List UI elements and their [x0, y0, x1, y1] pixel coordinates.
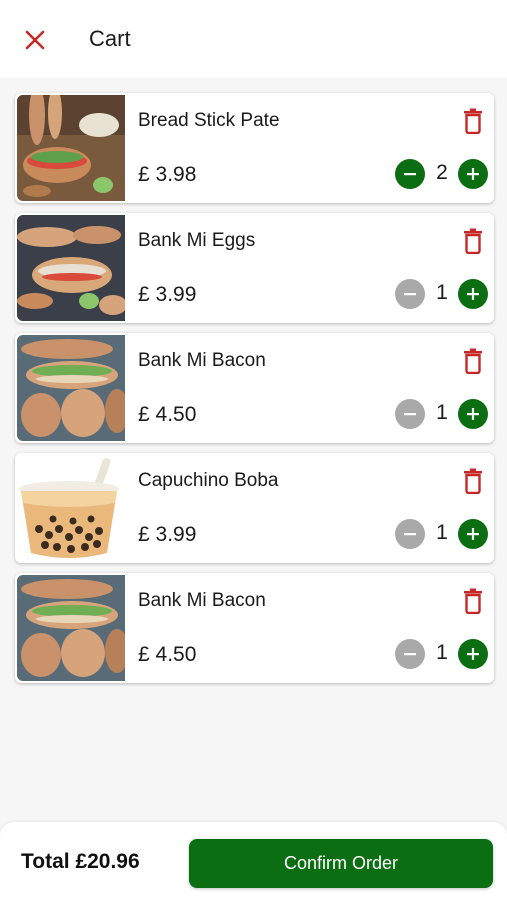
item-quantity: 1: [436, 521, 448, 544]
trash-icon[interactable]: [461, 468, 485, 495]
confirm-order-button[interactable]: Confirm Order: [189, 839, 493, 888]
item-price: £ 3.99: [138, 283, 197, 306]
increase-quantity-button[interactable]: [458, 159, 488, 189]
item-name: Bread Stick Pate: [138, 110, 280, 131]
cart-item-card: Bread Stick Pate £ 3.98 2: [15, 93, 494, 203]
app-header: Cart: [0, 0, 507, 78]
item-price: £ 4.50: [138, 643, 197, 666]
bank-mi-bacon-photo: [17, 575, 125, 681]
bank-mi-eggs-photo: [17, 215, 125, 321]
decrease-quantity-button[interactable]: [395, 519, 425, 549]
page-title: Cart: [89, 26, 131, 51]
increase-quantity-button[interactable]: [458, 519, 488, 549]
cart-item-card: Bank Mi Eggs £ 3.99 1: [15, 213, 494, 323]
decrease-quantity-button[interactable]: [395, 399, 425, 429]
quantity-stepper: 2: [395, 159, 488, 189]
increase-quantity-button[interactable]: [458, 399, 488, 429]
item-quantity: 2: [436, 161, 448, 184]
item-price: £ 4.50: [138, 403, 197, 426]
cart-item-card: Capuchino Boba £ 3.99 1: [15, 453, 494, 563]
quantity-stepper: 1: [395, 279, 488, 309]
item-name: Bank Mi Bacon: [138, 350, 266, 371]
item-name: Capuchino Boba: [138, 470, 279, 491]
trash-icon[interactable]: [461, 108, 485, 135]
item-quantity: 1: [436, 401, 448, 424]
item-quantity: 1: [436, 281, 448, 304]
item-name: Bank Mi Bacon: [138, 590, 266, 611]
cart-footer: Total £20.96 Confirm Order: [0, 822, 507, 900]
quantity-stepper: 1: [395, 399, 488, 429]
decrease-quantity-button[interactable]: [395, 639, 425, 669]
cart-item-card: Bank Mi Bacon £ 4.50 1: [15, 333, 494, 443]
item-price: £ 3.98: [138, 163, 197, 186]
increase-quantity-button[interactable]: [458, 279, 488, 309]
bread-stick-pate-photo: [17, 95, 125, 201]
quantity-stepper: 1: [395, 519, 488, 549]
decrease-quantity-button[interactable]: [395, 159, 425, 189]
trash-icon[interactable]: [461, 228, 485, 255]
item-quantity: 1: [436, 641, 448, 664]
order-total: Total £20.96: [21, 850, 140, 873]
decrease-quantity-button[interactable]: [395, 279, 425, 309]
item-price: £ 3.99: [138, 523, 197, 546]
quantity-stepper: 1: [395, 639, 488, 669]
trash-icon[interactable]: [461, 588, 485, 615]
increase-quantity-button[interactable]: [458, 639, 488, 669]
close-icon[interactable]: [22, 27, 48, 53]
item-name: Bank Mi Eggs: [138, 230, 256, 251]
cart-item-card: Bank Mi Bacon £ 4.50 1: [15, 573, 494, 683]
capuchino-boba-photo: [17, 455, 125, 561]
trash-icon[interactable]: [461, 348, 485, 375]
bank-mi-bacon-photo: [17, 335, 125, 441]
